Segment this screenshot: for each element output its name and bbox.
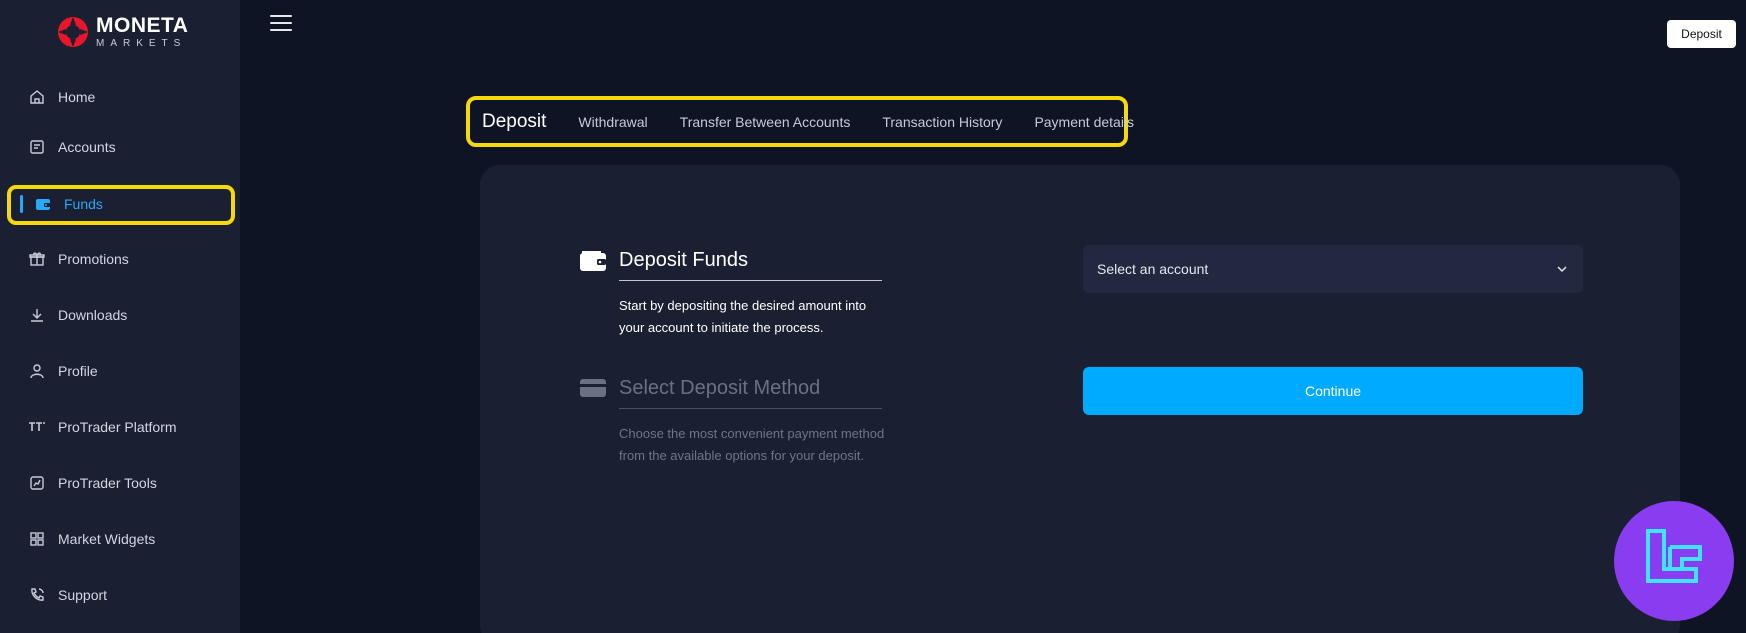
- sidebar-item-label: Home: [58, 89, 96, 105]
- sidebar-item-profile[interactable]: Profile: [8, 352, 232, 390]
- sidebar-item-label: ProTrader Tools: [58, 475, 157, 491]
- sidebar-item-label: ProTrader Platform: [58, 419, 177, 435]
- phone-icon: [28, 586, 46, 604]
- sidebar-item-label: Market Widgets: [58, 531, 156, 547]
- hamburger-bar: [270, 22, 292, 24]
- home-icon: [28, 88, 46, 106]
- sidebar-item-label: Funds: [64, 196, 103, 212]
- sidebar-item-label: Profile: [58, 363, 98, 379]
- continue-button[interactable]: Continue: [1083, 367, 1583, 415]
- brand-tagline: MARKETS: [96, 38, 187, 49]
- deposit-card: Deposit Funds Start by depositing the de…: [480, 165, 1680, 633]
- step-select-deposit-method: Select Deposit Method Choose the most co…: [579, 373, 899, 467]
- user-icon: [28, 362, 46, 380]
- tab-transaction-history[interactable]: Transaction History: [882, 114, 1002, 130]
- sidebar-item-market-widgets[interactable]: Market Widgets: [8, 520, 232, 558]
- account-select[interactable]: Select an account: [1083, 245, 1583, 293]
- chevron-down-icon: [1557, 266, 1567, 273]
- step-deposit-funds: Deposit Funds Start by depositing the de…: [579, 245, 899, 339]
- menu-toggle-button[interactable]: [270, 15, 292, 35]
- card-icon: [580, 379, 606, 397]
- sidebar-item-home[interactable]: Home: [8, 78, 232, 116]
- funds-tabs: Deposit Withdrawal Transfer Between Acco…: [466, 96, 1134, 147]
- tab-deposit[interactable]: Deposit: [482, 111, 546, 133]
- sidebar-item-support[interactable]: Support: [8, 576, 232, 614]
- tab-transfer-between-accounts[interactable]: Transfer Between Accounts: [680, 114, 851, 130]
- watermark-badge: [1614, 501, 1734, 621]
- sidebar-item-label: Promotions: [58, 251, 129, 267]
- step-title: Deposit Funds: [619, 248, 748, 271]
- download-icon: [28, 306, 46, 324]
- wallet-icon: [34, 195, 52, 213]
- step-description: Choose the most convenient payment metho…: [619, 426, 885, 463]
- sidebar-item-protrader-platform[interactable]: ProTrader Platform: [8, 408, 232, 446]
- sidebar-item-label: Accounts: [58, 139, 116, 155]
- accounts-icon: [28, 138, 46, 156]
- step-title: Select Deposit Method: [619, 376, 821, 399]
- hamburger-bar: [270, 15, 292, 17]
- step-divider: [619, 408, 882, 409]
- tab-payment-details[interactable]: Payment details: [1034, 114, 1134, 130]
- header-deposit-button[interactable]: Deposit: [1667, 20, 1736, 48]
- widgets-icon: [28, 530, 46, 548]
- moneta-logo[interactable]: MONETA MARKETS: [56, 14, 196, 50]
- logo-mark-icon: [58, 17, 88, 47]
- tc-logo-icon: [1646, 529, 1702, 583]
- sidebar-item-label: Downloads: [58, 307, 128, 323]
- hamburger-bar: [270, 29, 292, 31]
- tab-withdrawal[interactable]: Withdrawal: [578, 114, 647, 130]
- brand-name: MONETA: [96, 14, 189, 37]
- protrader-icon: [28, 418, 46, 436]
- sidebar: MONETA MARKETS Home Accounts Funds Promo…: [0, 0, 240, 633]
- sidebar-item-label: Support: [58, 587, 108, 603]
- sidebar-item-downloads[interactable]: Downloads: [8, 296, 232, 334]
- account-select-placeholder: Select an account: [1097, 261, 1209, 277]
- step-description: Start by depositing the desired amount i…: [619, 298, 867, 335]
- gift-icon: [28, 250, 46, 268]
- wallet-icon: [580, 251, 606, 271]
- sidebar-item-promotions[interactable]: Promotions: [8, 240, 232, 278]
- chart-icon: [28, 474, 46, 492]
- sidebar-item-funds[interactable]: Funds: [8, 185, 232, 223]
- sidebar-item-protrader-tools[interactable]: ProTrader Tools: [8, 464, 232, 502]
- step-divider: [619, 280, 882, 281]
- sidebar-item-accounts[interactable]: Accounts: [8, 128, 232, 166]
